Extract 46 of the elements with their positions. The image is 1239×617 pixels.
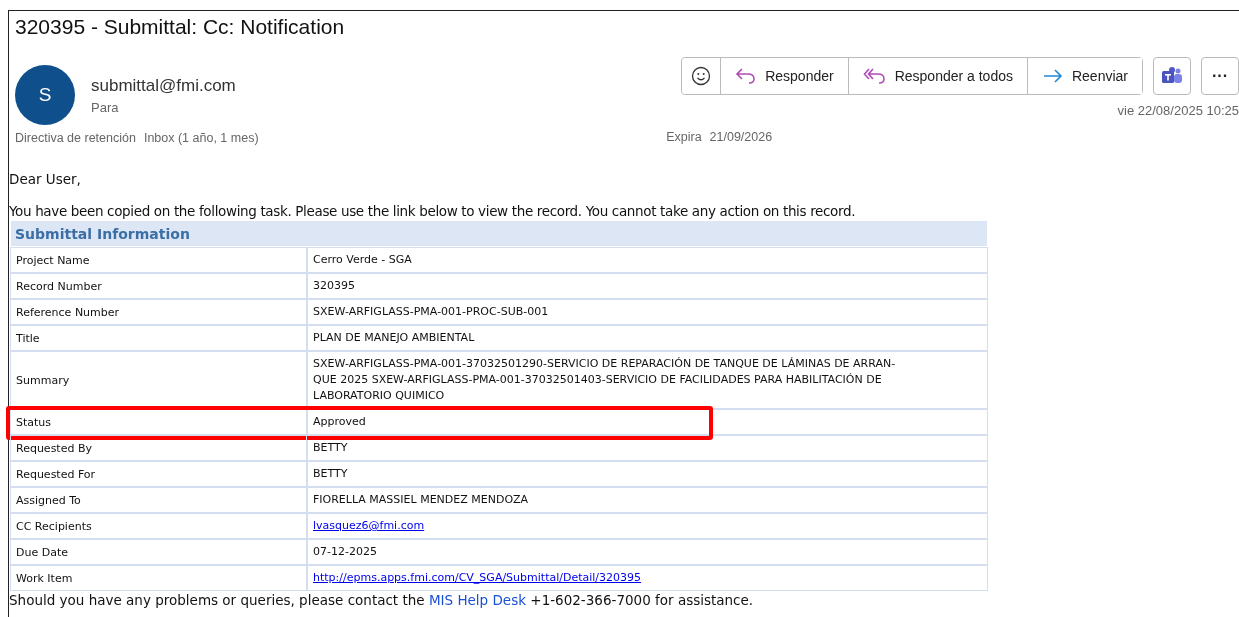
recipient-label: Para [91,99,120,115]
table-cell: Status [11,410,306,434]
retention-value: Inbox (1 año, 1 mes) [143,131,259,145]
footer-text: Should you have any problems or queries, please contact the MIS Help Desk +1-602-366-7000 for assistance. [9,592,755,608]
retention-label: Directiva de retención [15,131,136,145]
arrow-right-icon [1041,68,1064,84]
table-cell: Work Item [11,566,306,590]
table-cell: Record Number [11,274,306,298]
reply-icon [735,67,758,85]
table-title: Submittal Information [11,221,987,246]
table-cell: Due Date [11,540,306,564]
table-cell: Title [11,326,306,350]
table-cell: 07-12-2025 [308,540,987,564]
table-cell: Assigned To [11,488,306,512]
sender-address: submittal@fmi.com [91,75,236,96]
table-cell: FIORELLA MASSIEL MENDEZ MENDOZA [308,488,987,512]
table-cell: Cerro Verde - SGA [308,248,987,272]
table-cell: BETTY [308,462,987,486]
link[interactable]: http://epms.apps.fmi.com/CV_SGA/Submittal/Detail/320395 [313,570,982,586]
received-date: vie 22/08/2025 10:25 [1117,103,1239,118]
table-cell: Requested For [11,462,306,486]
table-cell: PLAN DE MANEJO AMBIENTAL [308,326,987,350]
expires-date: 21/09/2026 [709,130,773,144]
table-cell: Reference Number [11,300,306,324]
table-cell: Requested By [11,436,306,460]
table-cell: Project Name [11,248,306,272]
table-cell: SXEW-ARFIGLASS-PMA-001-PROC-SUB-001 [308,300,987,324]
teams-button[interactable] [1153,57,1191,95]
table-cell: Summary [11,352,306,408]
sender-avatar: S [15,65,75,125]
intro-text: You have been copied on the following task. Please use the link below to view the record. You cannot take any action on this record. [9,203,857,219]
table-cell: CC Recipients [11,514,306,538]
smiley-icon [691,66,712,86]
expires-label: Expira [666,130,702,144]
greeting-text: Dear User, [9,171,82,187]
table-cell: BETTY [308,436,987,460]
table-cell: Approved [308,410,987,434]
forward-button[interactable]: Reenviar [1026,58,1142,94]
teams-icon [1161,66,1183,86]
reply-all-icon [862,67,887,85]
table-cell: SXEW-ARFIGLASS-PMA-001-37032501290-SERVICIO DE REPARACIÓN DE TANQUE DE LÁMINAS DE ARRAN- QUE 2025 SXEW-ARFIGLASS-PMA-001-37032501403-SERVICIO DE FACILIDADES PARA HABILITACIÓN DE LABORATORIO QUIMICO [308,352,987,408]
table-cell: 320395 [308,274,987,298]
help-desk-link[interactable]: MIS Help Desk [428,592,527,608]
email-subject: 320395 - Submittal: Cc: Notification [14,14,346,40]
link[interactable]: lvasquez6@fmi.com [313,518,982,534]
more-options-button[interactable]: ··· [1201,57,1239,95]
